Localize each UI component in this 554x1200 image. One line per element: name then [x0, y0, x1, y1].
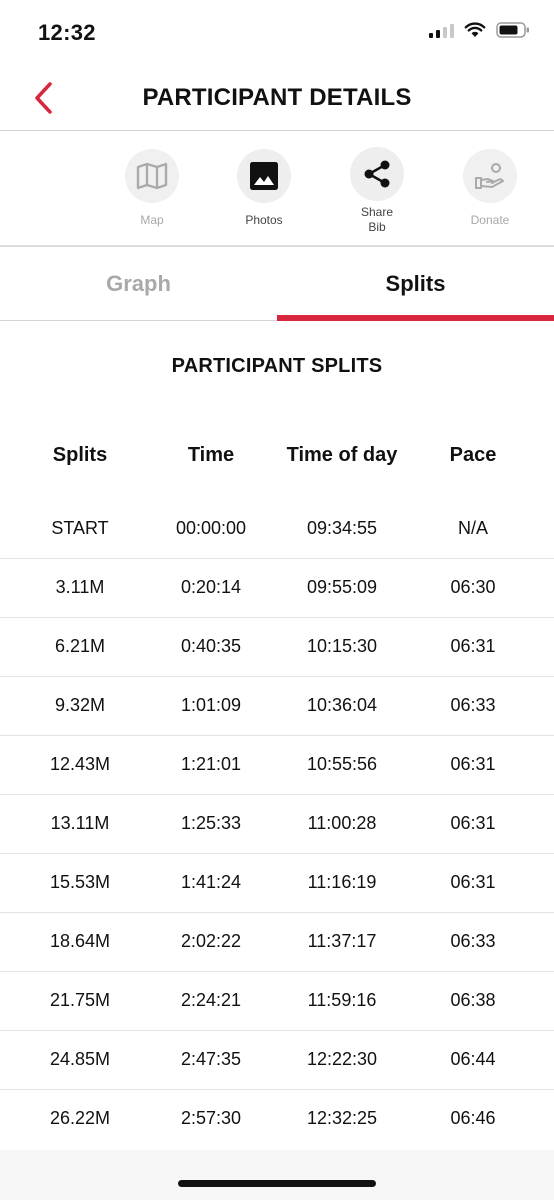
- time-of-day-cell: 11:37:17: [307, 931, 377, 951]
- photo-icon: [250, 162, 278, 190]
- table-row: 13.11M 1:25:33 11:00:28 06:31: [0, 795, 554, 854]
- section-title: PARTICIPANT SPLITS: [171, 355, 383, 377]
- active-tab-indicator: [277, 315, 554, 321]
- tab-graph[interactable]: Graph: [0, 247, 277, 321]
- wifi-icon: [464, 22, 486, 37]
- time-of-day-cell: 11:00:28: [307, 813, 377, 833]
- pace-cell: 06:44: [450, 1049, 496, 1069]
- table-header: Splits Time Time of day Pace: [0, 420, 554, 500]
- time-of-day-cell: 11:16:19: [307, 872, 377, 892]
- time-cell: 0:40:35: [180, 636, 242, 656]
- tab-bar: Graph Splits: [0, 247, 554, 321]
- pace-cell: 06:31: [450, 754, 496, 774]
- pace-cell: 06:46: [450, 1108, 496, 1128]
- home-area: [0, 1150, 554, 1200]
- table-row: 12.43M 1:21:01 10:55:56 06:31: [0, 736, 554, 795]
- page-title: PARTICIPANT DETAILS: [142, 84, 412, 111]
- tab-baseline: [0, 320, 277, 321]
- split-cell: 6.21M: [54, 636, 106, 656]
- nav-bar: PARTICIPANT DETAILS: [0, 64, 554, 130]
- table-row: 21.75M 2:24:21 11:59:16 06:38: [0, 972, 554, 1031]
- split-cell: 3.11M: [55, 577, 105, 597]
- time-cell: 1:01:09: [180, 695, 242, 715]
- time-of-day-cell: 09:55:09: [306, 577, 378, 597]
- time-of-day-cell: 12:32:25: [306, 1108, 378, 1128]
- donate-label: Donate: [470, 213, 510, 227]
- time-cell: 0:20:14: [180, 577, 242, 597]
- table-body: START 00:00:00 09:34:55 N/A 3.11M 0:20:14 09:5…: [0, 500, 554, 1149]
- time-of-day-cell: 10:55:56: [306, 754, 378, 774]
- photos-button[interactable]: Photos: [219, 149, 309, 228]
- table-row: 3.11M 0:20:14 09:55:09 06:30: [0, 559, 554, 618]
- column-header-time: Time: [187, 444, 235, 466]
- share-icon: [364, 160, 390, 188]
- status-icons: [429, 22, 530, 38]
- splits-table: Splits Time Time of day Pace START 00:00:…: [0, 420, 554, 1149]
- time-of-day-cell: 10:15:30: [306, 636, 378, 656]
- split-cell: 15.53M: [49, 872, 111, 892]
- tab-splits[interactable]: Splits: [277, 247, 554, 321]
- share-bib-button[interactable]: Share Bib: [332, 147, 422, 235]
- split-cell: 26.22M: [49, 1108, 111, 1128]
- column-header-time-of-day: Time of day: [286, 444, 398, 466]
- pace-cell: N/A: [457, 518, 488, 538]
- battery-icon: [496, 22, 529, 38]
- donate-icon: [475, 163, 504, 189]
- time-cell: 1:25:33: [180, 813, 242, 833]
- table-row: 15.53M 1:41:24 11:16:19 06:31: [0, 854, 554, 913]
- pace-cell: 06:30: [450, 577, 496, 597]
- pace-cell: 06:33: [450, 695, 496, 715]
- table-row: 18.64M 2:02:22 11:37:17 06:33: [0, 913, 554, 972]
- split-cell: START: [51, 518, 109, 538]
- time-cell: 00:00:00: [175, 518, 247, 538]
- pace-cell: 06:31: [450, 872, 496, 892]
- status-time: 12:32: [38, 20, 96, 45]
- time-cell: 2:57:30: [180, 1108, 242, 1128]
- column-header-splits: Splits: [52, 444, 108, 466]
- donate-button[interactable]: Donate: [445, 149, 535, 228]
- pace-cell: 06:33: [450, 931, 496, 951]
- split-cell: 9.32M: [54, 695, 106, 715]
- time-cell: 1:21:01: [180, 754, 242, 774]
- table-row: 24.85M 2:47:35 12:22:30 06:44: [0, 1031, 554, 1090]
- table-row: 9.32M 1:01:09 10:36:04 06:33: [0, 677, 554, 736]
- map-icon: [136, 162, 168, 190]
- table-row: 6.21M 0:40:35 10:15:30 06:31: [0, 618, 554, 677]
- column-header-pace: Pace: [449, 444, 497, 466]
- split-cell: 18.64M: [49, 931, 111, 951]
- time-cell: 1:41:24: [180, 872, 242, 892]
- time-cell: 2:47:35: [180, 1049, 242, 1069]
- status-bar: 12:32: [0, 0, 554, 64]
- time-of-day-cell: 10:36:04: [306, 695, 378, 715]
- map-label: Map: [140, 213, 164, 227]
- split-cell: 21.75M: [49, 990, 111, 1010]
- share-bib-label: Share Bib: [360, 205, 394, 234]
- table-row: 26.22M 2:57:30 12:32:25 06:46: [0, 1090, 554, 1149]
- time-of-day-cell: 11:59:16: [307, 990, 377, 1010]
- table-row: START 00:00:00 09:34:55 N/A: [0, 500, 554, 559]
- time-cell: 2:02:22: [180, 931, 242, 951]
- cellular-signal-icon: [429, 22, 454, 38]
- home-indicator[interactable]: [178, 1180, 376, 1187]
- time-of-day-cell: 12:22:30: [306, 1049, 378, 1069]
- split-cell: 13.11M: [50, 813, 110, 833]
- action-bar: Map Photos Share Bib Donate: [0, 131, 554, 245]
- split-cell: 24.85M: [49, 1049, 111, 1069]
- map-button[interactable]: Map: [107, 149, 197, 228]
- pace-cell: 06:38: [450, 990, 496, 1010]
- photos-label: Photos: [245, 213, 283, 227]
- time-of-day-cell: 09:34:55: [306, 518, 378, 538]
- time-cell: 2:24:21: [180, 990, 242, 1010]
- split-cell: 12.43M: [49, 754, 111, 774]
- pace-cell: 06:31: [450, 636, 496, 656]
- pace-cell: 06:31: [450, 813, 496, 833]
